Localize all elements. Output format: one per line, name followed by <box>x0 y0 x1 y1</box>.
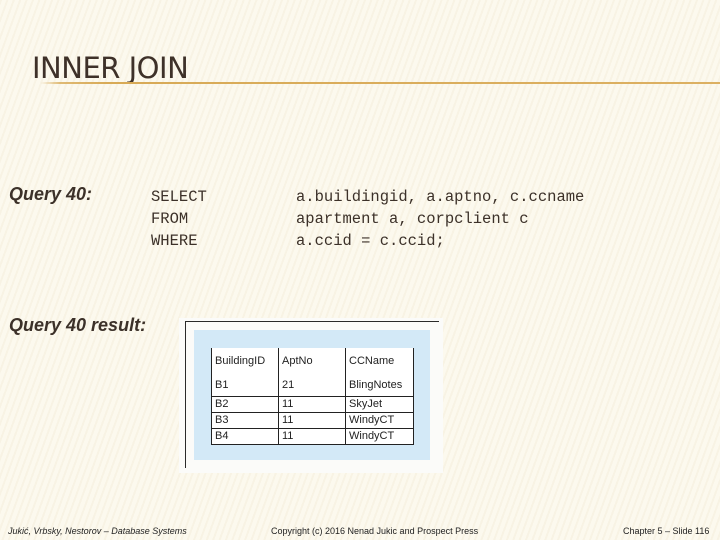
slide-title: INNER JOIN <box>32 51 189 85</box>
sql-clauses: a.buildingid, a.aptno, c.ccname apartmen… <box>296 186 584 252</box>
column-header: BuildingID <box>211 348 279 374</box>
frame-left-border <box>185 321 186 468</box>
sql-keywords: SELECT FROM WHERE <box>151 186 207 252</box>
table-cell: 11 <box>278 428 346 445</box>
sql-keyword-select: SELECT <box>151 188 207 206</box>
result-panel: BuildingID AptNo CCName B1 21 BlingNotes… <box>194 330 430 460</box>
sql-keyword-from: FROM <box>151 210 189 228</box>
sql-where-clause: a.ccid = c.ccid; <box>296 232 445 250</box>
column-header: AptNo <box>278 348 346 374</box>
result-table: BuildingID AptNo CCName B1 21 BlingNotes… <box>211 348 414 445</box>
table-cell: BlingNotes <box>345 374 414 397</box>
table-cell: WindyCT <box>345 428 414 445</box>
table-row: B2 11 SkyJet <box>211 396 414 413</box>
table-row: B4 11 WindyCT <box>211 428 414 445</box>
sql-from-clause: apartment a, corpclient c <box>296 210 529 228</box>
result-image-frame: BuildingID AptNo CCName B1 21 BlingNotes… <box>179 318 443 473</box>
frame-top-border <box>185 321 439 322</box>
table-header-row: BuildingID AptNo CCName <box>211 348 414 374</box>
result-label: Query 40 result: <box>9 315 147 335</box>
table-row: B1 21 BlingNotes <box>211 374 414 397</box>
column-header: CCName <box>345 348 414 374</box>
title-underline <box>40 82 720 84</box>
table-cell: B1 <box>211 374 279 397</box>
table-cell: 21 <box>278 374 346 397</box>
table-cell: 11 <box>278 396 346 413</box>
table-cell: 11 <box>278 412 346 429</box>
query-label: Query 40: <box>9 184 93 204</box>
footer-authors: Jukić, Vrbsky, Nestorov – Database Syste… <box>8 526 187 536</box>
table-cell: WindyCT <box>345 412 414 429</box>
sql-keyword-where: WHERE <box>151 232 198 250</box>
footer-copyright: Copyright (c) 2016 Nenad Jukic and Prosp… <box>271 526 479 536</box>
footer-slide-number: Chapter 5 – Slide 116 <box>623 526 710 536</box>
table-cell: B3 <box>211 412 279 429</box>
table-cell: B2 <box>211 396 279 413</box>
sql-select-clause: a.buildingid, a.aptno, c.ccname <box>296 188 585 206</box>
table-cell: SkyJet <box>345 396 414 413</box>
table-cell: B4 <box>211 428 279 445</box>
table-row: B3 11 WindyCT <box>211 412 414 429</box>
